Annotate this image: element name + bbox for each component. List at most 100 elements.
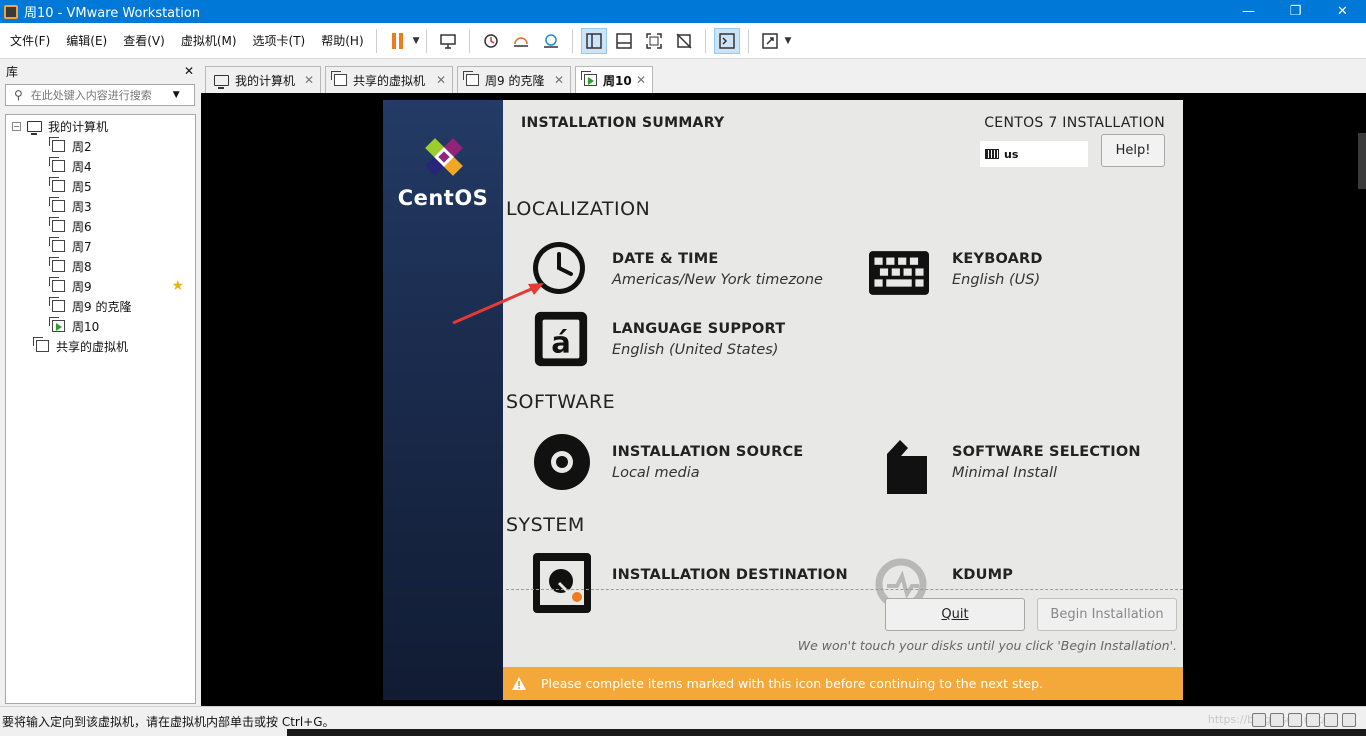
disc-icon [534, 434, 590, 490]
status-bar: 要将输入定向到该虚拟机，请在虚拟机内部单击或按 Ctrl+G。 https://… [0, 706, 1366, 736]
vm-icon [49, 177, 65, 192]
menu-vm[interactable]: 虚拟机(M) [175, 29, 243, 53]
svg-text:á: á [551, 326, 571, 360]
toolbar-separator [375, 28, 377, 53]
tree-item-vm[interactable]: 周3 [49, 196, 92, 216]
tab-shared-vms[interactable]: 共享的虚拟机 ✕ [325, 66, 453, 93]
warning-text: Please complete items marked with this i… [541, 676, 1044, 691]
vmware-app-icon [4, 4, 18, 19]
tree-item-vm[interactable]: 周2 [49, 136, 92, 156]
tree-item-vm[interactable]: 周8 [49, 256, 92, 276]
vm-clone-icon [49, 297, 65, 312]
help-button[interactable]: Help! [1101, 134, 1165, 167]
status-message: 要将输入定向到该虚拟机，请在虚拟机内部单击或按 Ctrl+G。 [2, 715, 335, 729]
tree-item-vm[interactable]: 周9 ★ [49, 276, 192, 296]
tree-item-vm[interactable]: 周7 [49, 236, 92, 256]
product-title: CENTOS 7 INSTALLATION [984, 115, 1165, 131]
power-dropdown-icon[interactable]: ▼ [413, 36, 420, 46]
window-title: 周10 - VMware Workstation [24, 6, 201, 21]
stretch-dropdown-icon[interactable]: ▼ [785, 36, 792, 46]
menu-edit[interactable]: 编辑(E) [60, 29, 113, 53]
keyboard-layout-indicator[interactable]: us [980, 141, 1088, 167]
vm-clone-icon [463, 71, 479, 86]
full-screen-icon[interactable] [641, 28, 667, 54]
revert-snapshot-icon[interactable] [508, 28, 534, 54]
tree-item-vm[interactable]: 周6 [49, 216, 92, 236]
package-icon [887, 440, 927, 494]
section-software: SOFTWARE [506, 391, 616, 413]
warning-icon [512, 676, 526, 690]
minimize-button[interactable]: — [1225, 0, 1272, 23]
tab-close-icon[interactable]: ✕ [304, 73, 314, 87]
quit-button[interactable]: Quit [885, 598, 1025, 631]
tree-item-vm[interactable]: 周9 的克隆 [49, 296, 131, 316]
tree-item-vm-active[interactable]: 周10 [49, 316, 99, 336]
hard-drive-icon [533, 553, 591, 613]
search-dropdown-icon[interactable]: ▼ [173, 90, 180, 100]
library-search[interactable]: ⚲ ▼ [5, 84, 195, 106]
tree-item-vm[interactable]: 周5 [49, 176, 92, 196]
unity-icon[interactable] [671, 28, 697, 54]
vm-icon [49, 137, 65, 152]
library-search-input[interactable] [30, 88, 171, 102]
tab-my-computer[interactable]: 我的计算机 ✕ [205, 66, 321, 93]
installer-screen[interactable]: CentOS INSTALLATION SUMMARY CENTOS 7 INS… [383, 100, 1183, 700]
vm-running-icon [581, 71, 597, 86]
snapshot-manager-icon[interactable] [538, 28, 564, 54]
keyboard-icon [869, 251, 929, 295]
menu-tabs[interactable]: 选项卡(T) [247, 29, 312, 53]
display-status-icon[interactable] [1342, 713, 1356, 727]
tree-item-shared-vms[interactable]: 共享的虚拟机 [33, 336, 128, 356]
tab-close-icon[interactable]: ✕ [436, 73, 446, 87]
computer-icon [27, 120, 42, 135]
hdd-status-icon[interactable] [1252, 713, 1266, 727]
tab-vm10[interactable]: 周10 ✕ [575, 66, 653, 93]
vm-icon [49, 257, 65, 272]
begin-installation-button[interactable]: Begin Installation [1037, 598, 1177, 631]
tab-close-icon[interactable]: ✕ [636, 73, 646, 87]
network-status-icon[interactable] [1288, 713, 1302, 727]
cdrom-status-icon[interactable] [1270, 713, 1284, 727]
vm-icon [49, 157, 65, 172]
snapshot-icon[interactable] [478, 28, 504, 54]
show-library-icon[interactable] [580, 27, 607, 54]
shared-vm-icon [33, 337, 49, 352]
console-scrollbar[interactable] [1358, 133, 1366, 189]
title-bar: 周10 - VMware Workstation — ❐ ✕ [0, 0, 1366, 23]
tree-item-vm[interactable]: 周4 [49, 156, 92, 176]
device-icons [1252, 713, 1356, 727]
scroll-divider [506, 589, 1183, 590]
menu-help[interactable]: 帮助(H) [315, 29, 369, 53]
centos-brand: CentOS [397, 186, 489, 210]
tab-close-icon[interactable]: ✕ [554, 73, 564, 87]
send-ctrl-alt-del-icon[interactable] [435, 28, 461, 54]
usb-status-icon[interactable] [1306, 713, 1320, 727]
maximize-button[interactable]: ❐ [1272, 0, 1319, 23]
installation-summary-title: INSTALLATION SUMMARY [521, 115, 725, 131]
computer-icon [214, 74, 229, 89]
pause-vm-button[interactable] [385, 28, 411, 54]
close-button[interactable]: ✕ [1319, 0, 1366, 23]
vm-icon [49, 197, 65, 212]
vm-running-icon [49, 317, 65, 332]
centos-logo-icon [425, 138, 463, 176]
tree-item-my-computer[interactable]: − 我的计算机 [12, 116, 108, 136]
library-title: 库 [6, 64, 19, 79]
menu-view[interactable]: 查看(V) [117, 29, 171, 53]
vm-icon [49, 217, 65, 232]
library-close-icon[interactable]: ✕ [184, 64, 194, 78]
stretch-guest-icon[interactable] [757, 28, 783, 54]
thumbnail-bar-icon[interactable] [611, 28, 637, 54]
collapse-icon[interactable]: − [12, 121, 21, 131]
tab-strip: 我的计算机 ✕ 共享的虚拟机 ✕ 周9 的克隆 ✕ 周10 ✕ [201, 60, 1366, 93]
vm-icon [49, 277, 65, 292]
sound-status-icon[interactable] [1324, 713, 1338, 727]
tab-vm9-clone[interactable]: 周9 的克隆 ✕ [457, 66, 571, 93]
taskbar-strip [287, 729, 1366, 736]
library-tree: − 我的计算机 周2 周4 周5 周3 周6 周7 周8 周9 ★ 周9 的克隆 … [5, 114, 196, 704]
disk-note: We won't touch your disks until you clic… [797, 638, 1177, 653]
console-view-icon[interactable] [713, 27, 740, 54]
library-panel: 库 ✕ ⚲ ▼ − 我的计算机 周2 周4 周5 周3 周6 周7 周8 周9★… [0, 60, 200, 706]
shared-vm-icon [331, 71, 347, 86]
menu-file[interactable]: 文件(F) [4, 29, 56, 53]
